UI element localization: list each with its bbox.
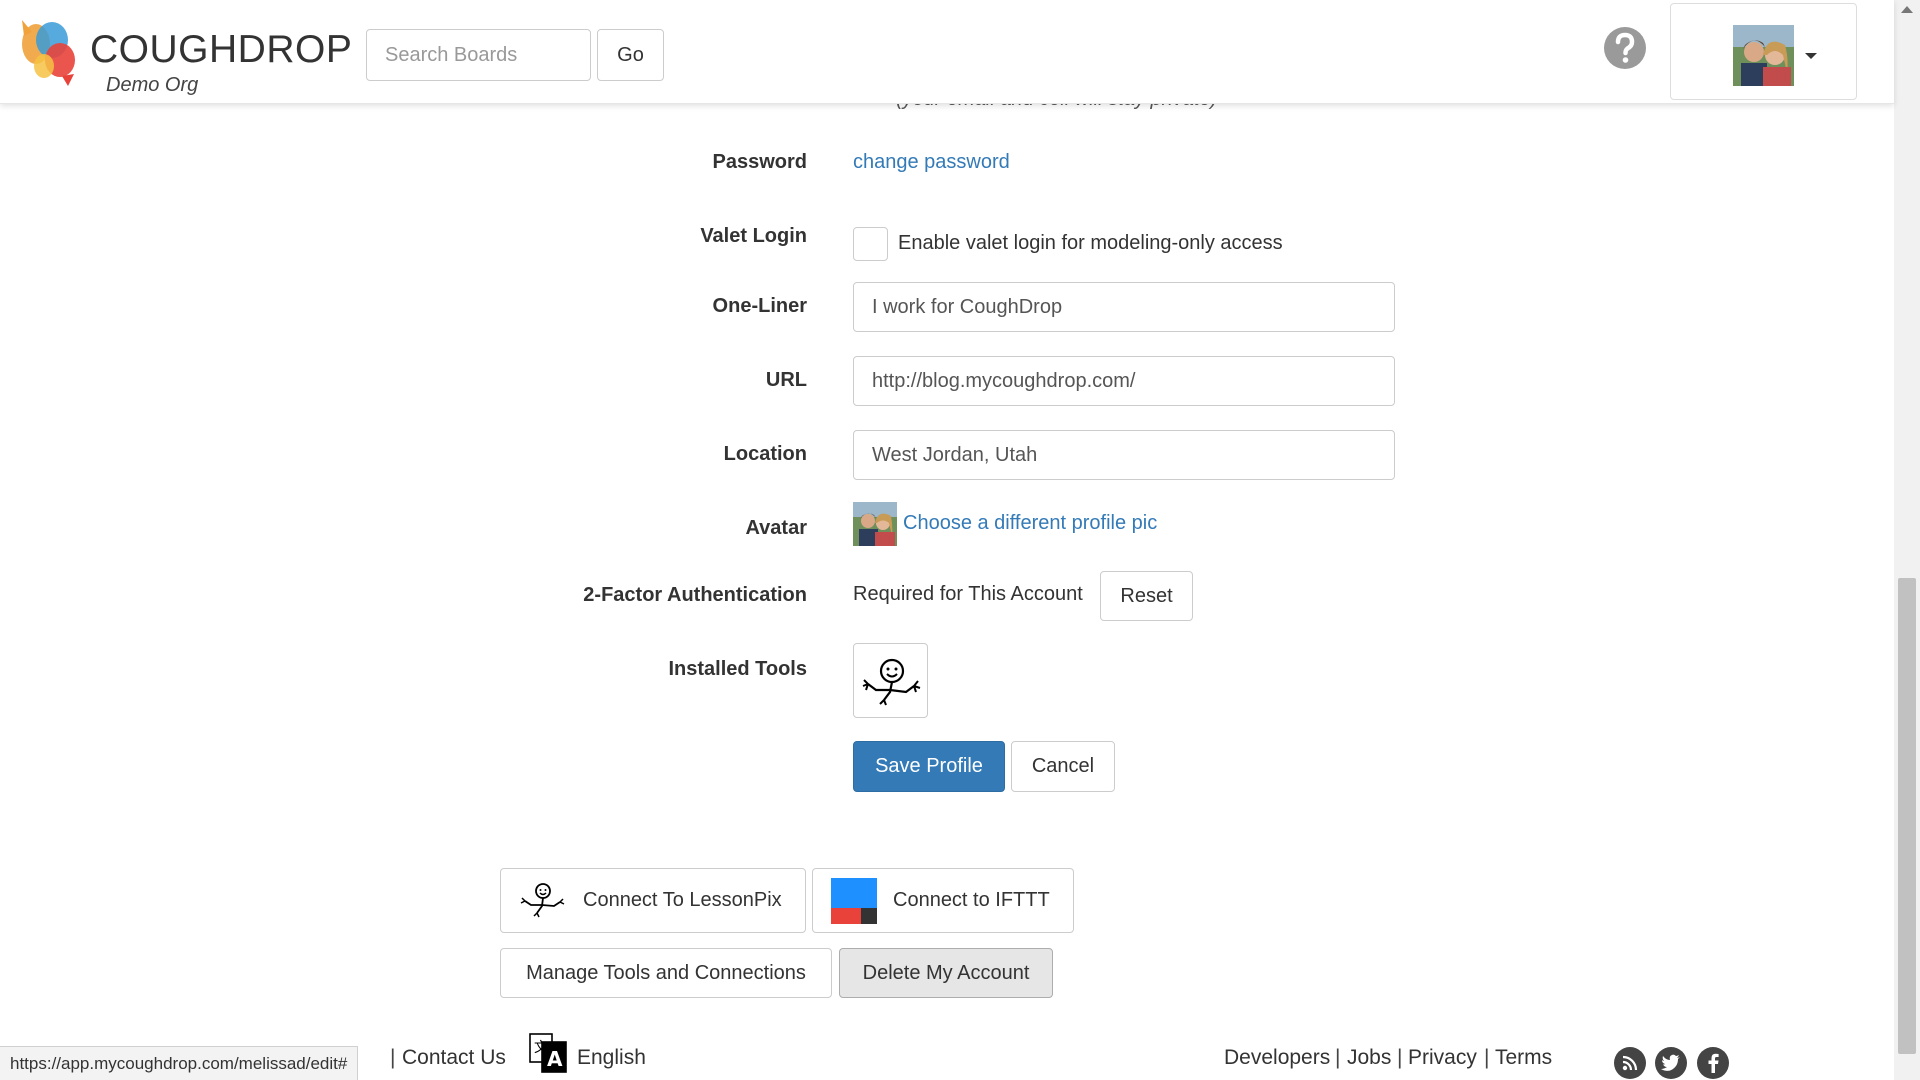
- footer-separator: |: [1484, 1046, 1490, 1069]
- help-icon[interactable]: [1603, 26, 1647, 70]
- status-bar-url: https://app.mycoughdrop.com/melissad/edi…: [0, 1046, 359, 1080]
- one-liner-input[interactable]: [853, 282, 1395, 332]
- two-factor-status: Required for This Account: [853, 583, 1083, 605]
- password-label: Password: [712, 151, 807, 173]
- chevron-down-icon: [1805, 53, 1817, 59]
- coughdrop-logo-icon[interactable]: [14, 14, 84, 88]
- user-avatar: [1733, 25, 1794, 86]
- top-navbar: COUGHDROP Demo Org Go: [0, 0, 1894, 104]
- connect-lessonpix-label: Connect To LessonPix: [583, 889, 782, 911]
- delete-account-button[interactable]: Delete My Account: [839, 948, 1053, 998]
- valet-login-checkbox-label[interactable]: Enable valet login for modeling-only acc…: [898, 232, 1283, 255]
- facebook-icon[interactable]: [1697, 1047, 1729, 1079]
- valet-login-label: Valet Login: [700, 225, 807, 247]
- ifttt-icon: [831, 877, 877, 924]
- valet-login-checkbox[interactable]: [853, 227, 888, 261]
- svg-text:文: 文: [534, 1040, 548, 1056]
- manage-tools-button[interactable]: Manage Tools and Connections: [500, 948, 832, 998]
- connect-ifttt-label: Connect to IFTTT: [893, 889, 1050, 911]
- page-scrollbar[interactable]: [1894, 0, 1920, 1080]
- reset-2fa-button[interactable]: Reset: [1100, 571, 1193, 621]
- scroll-up-arrow-icon[interactable]: [1901, 6, 1913, 13]
- terms-link[interactable]: Terms: [1495, 1046, 1552, 1070]
- footer-separator: |: [390, 1046, 396, 1069]
- save-profile-button[interactable]: Save Profile: [853, 741, 1005, 792]
- profile-avatar: [853, 502, 897, 546]
- footer-separator: |: [1397, 1046, 1403, 1069]
- lessonpix-icon: [520, 882, 565, 917]
- twitter-icon[interactable]: [1655, 1047, 1687, 1079]
- location-input[interactable]: [853, 430, 1395, 480]
- installed-tools-label: Installed Tools: [668, 658, 807, 680]
- org-name: Demo Org: [106, 74, 199, 96]
- privacy-link[interactable]: Privacy: [1408, 1046, 1477, 1070]
- jobs-link[interactable]: Jobs: [1347, 1046, 1391, 1070]
- translate-icon[interactable]: 文 A: [528, 1030, 568, 1076]
- cancel-button[interactable]: Cancel: [1011, 741, 1115, 792]
- avatar-label: Avatar: [745, 517, 807, 539]
- stick-figure-icon: [862, 658, 921, 706]
- url-label: URL: [765, 369, 807, 391]
- search-boards-input[interactable]: [366, 29, 591, 81]
- url-input[interactable]: [853, 356, 1395, 406]
- rss-icon[interactable]: [1614, 1047, 1646, 1079]
- connect-ifttt-button[interactable]: Connect to IFTTT: [812, 868, 1074, 933]
- brand-name[interactable]: COUGHDROP: [90, 28, 352, 72]
- footer-separator: |: [1335, 1046, 1341, 1069]
- location-label: Location: [723, 443, 807, 465]
- language-link[interactable]: English: [577, 1046, 646, 1070]
- go-button[interactable]: Go: [597, 29, 664, 81]
- scrollbar-thumb[interactable]: [1898, 578, 1916, 1054]
- developers-link[interactable]: Developers: [1224, 1046, 1330, 1070]
- user-menu-button[interactable]: [1670, 3, 1857, 100]
- one-liner-label: One-Liner: [712, 295, 807, 317]
- contact-us-link[interactable]: Contact Us: [402, 1046, 506, 1070]
- change-password-link[interactable]: change password: [853, 151, 1010, 174]
- connect-lessonpix-button[interactable]: Connect To LessonPix: [500, 868, 806, 933]
- lessonpix-tool-tile[interactable]: [853, 643, 928, 718]
- svg-text:A: A: [547, 1047, 563, 1071]
- change-avatar-link[interactable]: Choose a different profile pic: [903, 512, 1157, 535]
- two-factor-label: 2-Factor Authentication: [583, 584, 807, 606]
